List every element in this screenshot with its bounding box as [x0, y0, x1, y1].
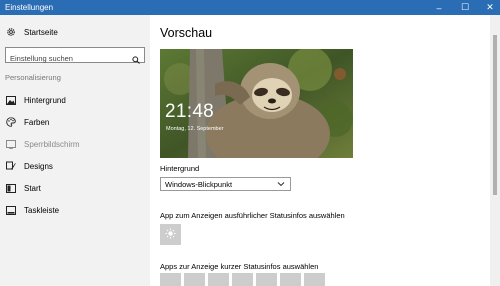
search-icon[interactable]	[132, 51, 140, 64]
sidebar-item-hintergrund[interactable]: Hintergrund	[6, 95, 66, 105]
taskbar-icon	[6, 205, 16, 215]
background-dropdown-value: Windows-Blickpunkt	[165, 179, 233, 189]
picture-icon	[6, 95, 16, 105]
sidebar: Startseite Personalisierung Hintergrund …	[0, 15, 150, 286]
sidebar-item-designs[interactable]: Designs	[6, 161, 53, 171]
quick-status-app-button[interactable]	[232, 273, 253, 286]
sidebar-item-label: Designs	[24, 161, 53, 171]
sidebar-item-label: Start	[24, 183, 41, 193]
search-input[interactable]	[6, 51, 124, 66]
gear-icon	[6, 27, 16, 37]
sidebar-item-label: Sperrbildschirm	[24, 139, 80, 149]
close-button[interactable]: ✕	[477, 0, 500, 15]
minimize-button[interactable]: –	[426, 0, 452, 15]
sidebar-item-sperrbildschirm[interactable]: Sperrbildschirm	[6, 139, 80, 149]
chevron-down-icon	[277, 180, 285, 188]
brush-icon	[6, 161, 16, 171]
quick-status-app-button[interactable]	[280, 273, 301, 286]
preview-time: 21:48	[165, 101, 215, 122]
detailed-status-label: App zum Anzeigen ausführlicher Statusinf…	[160, 211, 345, 220]
main-content: Vorschau 21:48 Montag, 12. September Hin…	[150, 15, 490, 286]
lock-screen-preview: 21:48 Montag, 12. September	[160, 49, 353, 158]
lock-screen-icon	[6, 139, 16, 149]
page-title: Vorschau	[160, 26, 213, 40]
quick-status-app-button[interactable]	[184, 273, 205, 286]
background-dropdown[interactable]: Windows-Blickpunkt	[160, 177, 291, 191]
scrollbar[interactable]	[490, 15, 500, 286]
quick-status-app-button[interactable]	[304, 273, 325, 286]
sun-icon	[165, 226, 176, 244]
preview-date: Montag, 12. September	[166, 126, 224, 132]
background-label: Hintergrund	[160, 164, 200, 173]
search-box[interactable]	[5, 47, 145, 66]
section-label: Personalisierung	[5, 73, 61, 82]
quick-status-app-button[interactable]	[256, 273, 277, 286]
home-label: Startseite	[24, 27, 58, 37]
sidebar-item-label: Farben	[24, 117, 50, 127]
home-nav-item[interactable]: Startseite	[6, 27, 58, 37]
sidebar-item-taskleiste[interactable]: Taskleiste	[6, 205, 59, 215]
start-icon	[6, 183, 16, 193]
maximize-button[interactable]: ☐	[452, 0, 478, 15]
title-bar: Einstellungen – ☐ ✕	[0, 0, 500, 15]
sidebar-item-start[interactable]: Start	[6, 183, 41, 193]
window-title: Einstellungen	[5, 3, 54, 12]
sidebar-item-label: Taskleiste	[24, 205, 60, 215]
detailed-status-app-button[interactable]	[160, 224, 181, 245]
sidebar-item-label: Hintergrund	[24, 95, 66, 105]
quick-status-label: Apps zur Anzeige kurzer Statusinfos ausw…	[160, 262, 319, 271]
palette-icon	[6, 117, 16, 127]
sidebar-item-farben[interactable]: Farben	[6, 117, 49, 127]
quick-status-app-button[interactable]	[208, 273, 229, 286]
scrollbar-thumb[interactable]	[493, 35, 497, 195]
quick-status-app-button[interactable]	[160, 273, 181, 286]
